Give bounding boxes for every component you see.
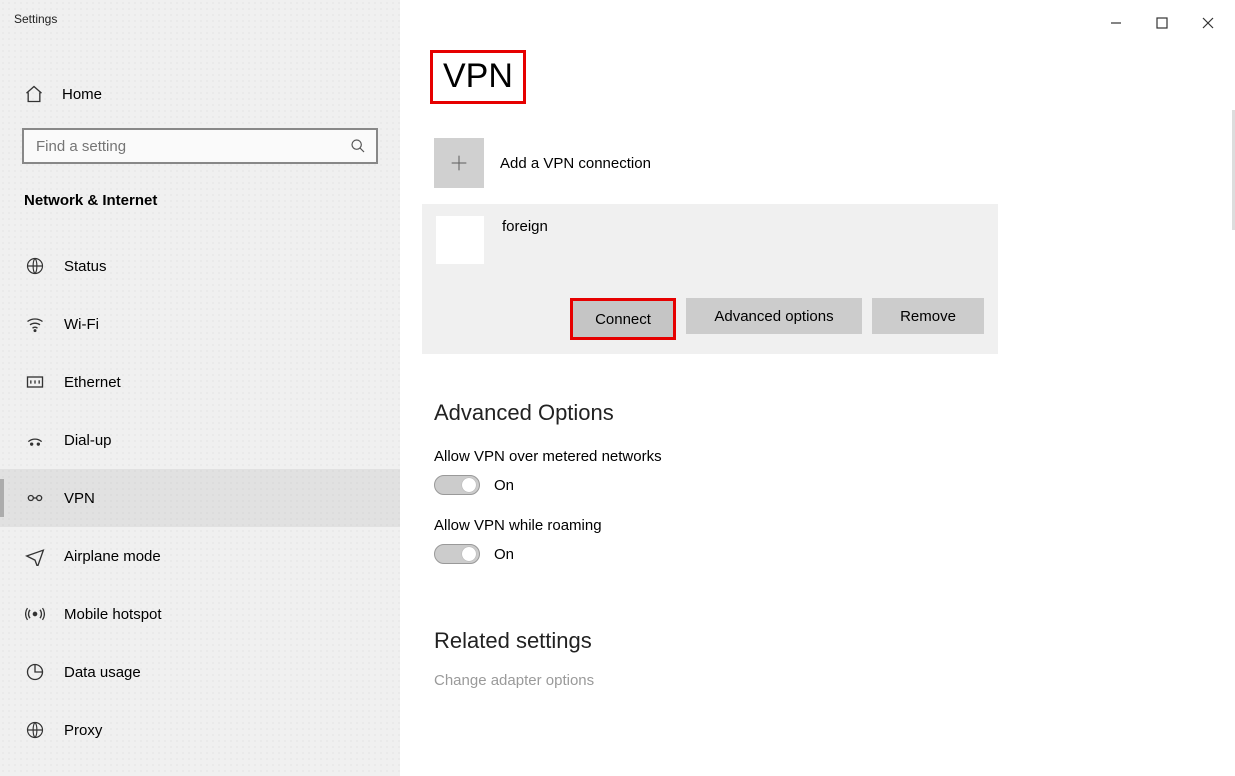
window-controls [1089,0,1235,46]
close-button[interactable] [1197,12,1219,34]
toggle-roaming-switch[interactable] [434,544,480,564]
remove-button[interactable]: Remove [872,298,984,334]
plus-icon [434,138,484,188]
toggle-metered-label: Allow VPN over metered networks [434,448,1235,465]
sidebar-item-data-usage[interactable]: Data usage [0,643,400,701]
sidebar-item-vpn[interactable]: VPN [0,469,400,527]
connect-button[interactable]: Connect [570,298,676,340]
page-title-highlight-box: VPN [430,50,526,104]
minimize-button[interactable] [1105,12,1127,34]
sidebar-item-hotspot[interactable]: Mobile hotspot [0,585,400,643]
sidebar-item-label: Mobile hotspot [64,606,162,623]
related-settings-heading: Related settings [434,628,1235,654]
hotspot-icon [24,603,46,625]
sidebar-item-label: Airplane mode [64,548,161,565]
vpn-connection-name: foreign [502,216,548,235]
sidebar-item-ethernet[interactable]: Ethernet [0,353,400,411]
wifi-icon [24,313,46,335]
vpn-connection-header: foreign [436,216,984,264]
search-input[interactable] [34,137,350,156]
toggle-metered-switch[interactable] [434,475,480,495]
ethernet-icon [24,371,46,393]
sidebar-item-label: VPN [64,490,95,507]
vpn-icon [24,487,46,509]
sidebar-item-label: Status [64,258,107,275]
vpn-connection-icon [436,216,484,264]
window-title: Settings [0,6,400,30]
toggle-roaming-block: Allow VPN while roaming On [434,517,1235,564]
sidebar-item-wifi[interactable]: Wi-Fi [0,295,400,353]
change-adapter-link[interactable]: Change adapter options [434,672,1235,689]
sidebar-item-label: Wi-Fi [64,316,99,333]
advanced-options-heading: Advanced Options [434,400,1235,426]
search-box[interactable] [22,128,378,164]
airplane-icon [24,545,46,567]
sidebar-item-label: Data usage [64,664,141,681]
toggle-roaming-label: Allow VPN while roaming [434,517,1235,534]
home-nav-item[interactable]: Home [0,68,400,120]
page-title: VPN [443,59,513,93]
add-vpn-button[interactable]: Add a VPN connection [434,138,1235,188]
sidebar-item-label: Dial-up [64,432,112,449]
dialup-icon [24,429,46,451]
vpn-buttons-row: Connect Advanced options Remove [436,298,984,340]
section-label: Network & Internet [0,164,400,219]
toggle-metered-state: On [494,477,514,494]
sidebar: Settings Home Network & Internet Status [0,0,400,776]
proxy-icon [24,719,46,741]
sidebar-item-proxy[interactable]: Proxy [0,701,400,759]
toggle-metered-block: Allow VPN over metered networks On [434,448,1235,495]
sidebar-item-dialup[interactable]: Dial-up [0,411,400,469]
sidebar-item-label: Proxy [64,722,102,739]
toggle-roaming-state: On [494,546,514,563]
status-icon [24,255,46,277]
home-icon [24,84,44,104]
maximize-button[interactable] [1151,12,1173,34]
sidebar-item-airplane[interactable]: Airplane mode [0,527,400,585]
add-vpn-label: Add a VPN connection [500,155,651,172]
home-label: Home [62,86,102,103]
datausage-icon [24,661,46,683]
sidebar-item-label: Ethernet [64,374,121,391]
vpn-connection-card: foreign Connect Advanced options Remove [422,204,998,354]
nav-list: Status Wi-Fi Ethernet D [0,237,400,759]
sidebar-item-status[interactable]: Status [0,237,400,295]
search-icon [350,138,366,154]
advanced-options-button[interactable]: Advanced options [686,298,862,334]
content-area: VPN Add a VPN connection foreign Connect… [400,0,1235,776]
